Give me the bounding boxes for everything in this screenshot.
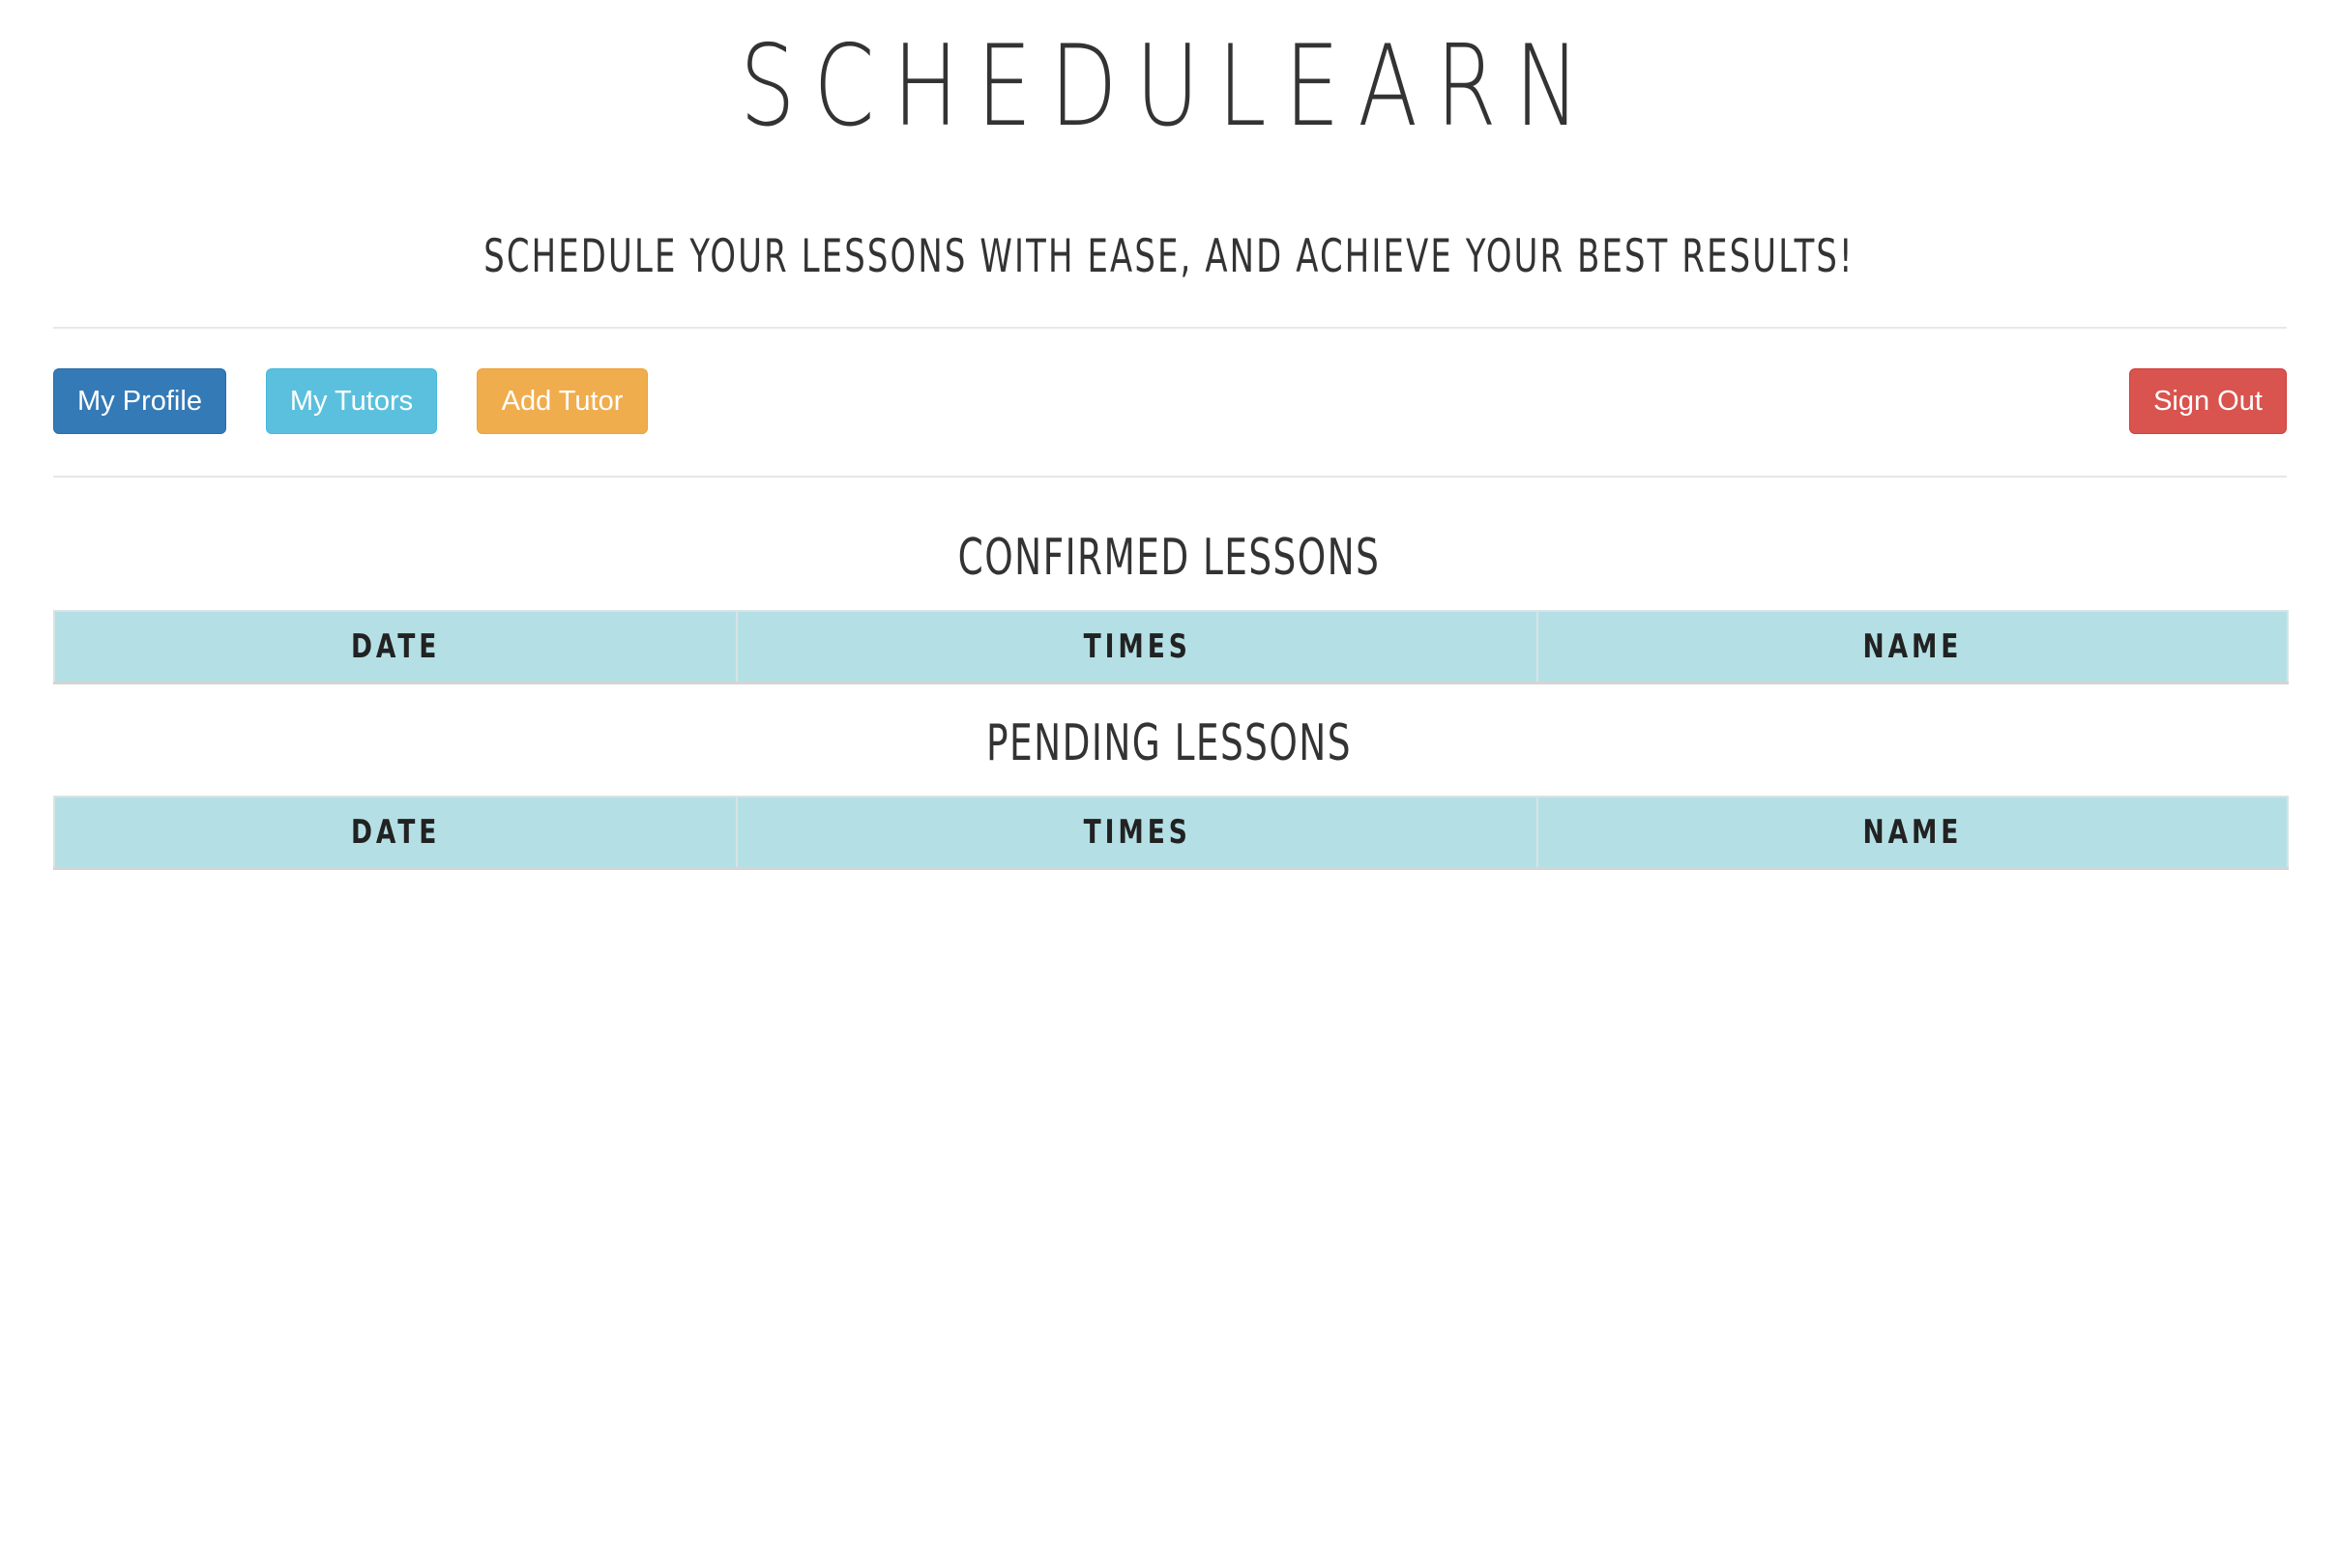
my-profile-button[interactable]: My Profile — [53, 368, 226, 434]
confirmed-lessons-title: CONFIRMED LESSONS — [957, 529, 1381, 587]
my-tutors-button[interactable]: My Tutors — [266, 368, 437, 434]
pending-lessons-title: PENDING LESSONS — [986, 714, 1352, 772]
column-header-name[interactable]: NAME — [1536, 610, 2289, 684]
pending-lessons-table: DATE TIMES NAME — [53, 796, 2289, 870]
column-header-name[interactable]: NAME — [1536, 796, 2289, 870]
table-header-row: DATE TIMES NAME — [53, 610, 2289, 684]
add-tutor-button[interactable]: Add Tutor — [477, 368, 648, 434]
top-divider — [53, 327, 2287, 329]
sign-out-button[interactable]: Sign Out — [2129, 368, 2287, 434]
app-subtitle: SCHEDULE YOUR LESSONS WITH EASE, AND ACH… — [483, 230, 1855, 283]
table-header-row: DATE TIMES NAME — [53, 796, 2289, 870]
toolbar-divider — [53, 476, 2287, 478]
column-header-times[interactable]: TIMES — [736, 796, 1538, 870]
app-title: SCHEDULEARN — [740, 21, 1598, 152]
confirmed-lessons-table: DATE TIMES NAME — [53, 610, 2289, 684]
column-header-times[interactable]: TIMES — [736, 610, 1538, 684]
column-header-date[interactable]: DATE — [53, 796, 738, 870]
column-header-date[interactable]: DATE — [53, 610, 738, 684]
